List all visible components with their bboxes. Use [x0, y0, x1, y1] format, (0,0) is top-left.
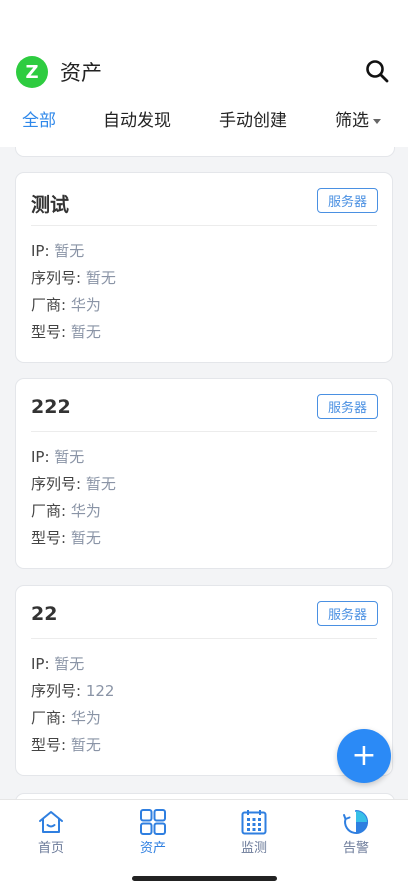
- vendor-row: 厂商: 华为: [31, 294, 101, 315]
- ip-value: 暂无: [54, 655, 85, 673]
- page-title: 资产: [60, 61, 102, 85]
- asset-card[interactable]: 测试 服务器 IP: 暂无 序列号: 暂无 厂商: 华为 型号: 暂无: [15, 172, 393, 363]
- ip-row: IP: 暂无: [31, 446, 84, 467]
- nav-label-monitor: 监测: [240, 841, 267, 856]
- nav-item-alerts[interactable]: 告警: [321, 808, 391, 856]
- ip-value: 暂无: [54, 242, 85, 260]
- asset-name: 222: [31, 396, 71, 418]
- model-value: 暂无: [70, 736, 101, 754]
- divider: [31, 431, 377, 432]
- nav-item-assets[interactable]: 资产: [118, 808, 188, 856]
- model-label: 型号:: [31, 736, 71, 754]
- asset-card[interactable]: 22 服务器 IP: 暂无 序列号: 122 厂商: 华为 型号: 暂无: [15, 585, 393, 776]
- nav-label-home: 首页: [37, 841, 64, 856]
- serial-value: 122: [85, 682, 115, 700]
- vendor-value: 华为: [70, 502, 101, 520]
- nav-label-alerts: 告警: [342, 841, 369, 856]
- nav-item-monitor[interactable]: 监测: [219, 808, 289, 856]
- home-icon: [39, 811, 63, 833]
- vendor-row: 厂商: 华为: [31, 500, 101, 521]
- serial-value: 暂无: [85, 269, 116, 287]
- model-row: 型号: 暂无: [31, 734, 101, 755]
- ip-row: IP: 暂无: [31, 240, 84, 261]
- list-item[interactable]: [15, 147, 395, 157]
- grid-icon: [140, 809, 166, 835]
- serial-row: 序列号: 暂无: [31, 473, 116, 494]
- model-label: 型号:: [31, 529, 71, 547]
- model-row: 型号: 暂无: [31, 321, 101, 342]
- ip-label: IP:: [31, 242, 55, 260]
- serial-label: 序列号:: [31, 269, 86, 287]
- add-asset-button[interactable]: +: [337, 729, 391, 783]
- vendor-value: 华为: [70, 709, 101, 727]
- vendor-label: 厂商:: [31, 709, 71, 727]
- clock-alert-icon: [343, 809, 369, 834]
- tab-auto-discovered[interactable]: 自动发现: [103, 106, 171, 131]
- tab-filter-label: 筛选: [335, 111, 369, 131]
- tab-all[interactable]: 全部: [22, 106, 56, 131]
- tab-manually-created[interactable]: 手动创建: [219, 106, 287, 131]
- app-header: Z 资产 全部 自动发现 手动创建 筛选: [0, 0, 408, 147]
- asset-name: 22: [31, 603, 58, 625]
- ip-value: 暂无: [54, 448, 85, 466]
- tab-filter[interactable]: 筛选: [335, 106, 381, 131]
- ip-row: IP: 暂无: [31, 653, 84, 674]
- asset-list[interactable]: 测试 服务器 IP: 暂无 序列号: 暂无 厂商: 华为 型号: 暂无 222 …: [0, 147, 408, 799]
- vendor-label: 厂商:: [31, 296, 71, 314]
- asset-type-badge: 服务器: [316, 188, 378, 213]
- model-label: 型号:: [31, 323, 71, 341]
- home-indicator: [132, 876, 277, 881]
- serial-label: 序列号:: [31, 475, 86, 493]
- serial-value: 暂无: [85, 475, 116, 493]
- asset-name: 测试: [31, 194, 70, 216]
- ip-label: IP:: [31, 655, 55, 673]
- asset-type-badge: 服务器: [316, 601, 378, 626]
- ip-label: IP:: [31, 448, 55, 466]
- vendor-label: 厂商:: [31, 502, 71, 520]
- divider: [31, 638, 377, 639]
- model-value: 暂无: [70, 529, 101, 547]
- search-icon[interactable]: [364, 58, 390, 84]
- serial-row: 序列号: 122: [31, 680, 114, 701]
- filter-tabs: 全部 自动发现 手动创建 筛选: [0, 106, 408, 142]
- vendor-row: 厂商: 华为: [31, 707, 101, 728]
- asset-card[interactable]: 222 服务器 IP: 暂无 序列号: 暂无 厂商: 华为 型号: 暂无: [15, 378, 393, 569]
- brand: Z 资产: [16, 56, 102, 88]
- serial-label: 序列号:: [31, 682, 86, 700]
- vendor-value: 华为: [70, 296, 101, 314]
- brand-logo-icon: Z: [16, 56, 48, 88]
- divider: [31, 225, 377, 226]
- nav-item-home[interactable]: 首页: [16, 808, 86, 856]
- asset-type-badge: 服务器: [316, 394, 378, 419]
- caret-down-icon: [373, 118, 381, 124]
- nav-label-assets: 资产: [139, 841, 166, 856]
- calendar-icon: [241, 810, 267, 835]
- serial-row: 序列号: 暂无: [31, 267, 116, 288]
- model-row: 型号: 暂无: [31, 527, 101, 548]
- model-value: 暂无: [70, 323, 101, 341]
